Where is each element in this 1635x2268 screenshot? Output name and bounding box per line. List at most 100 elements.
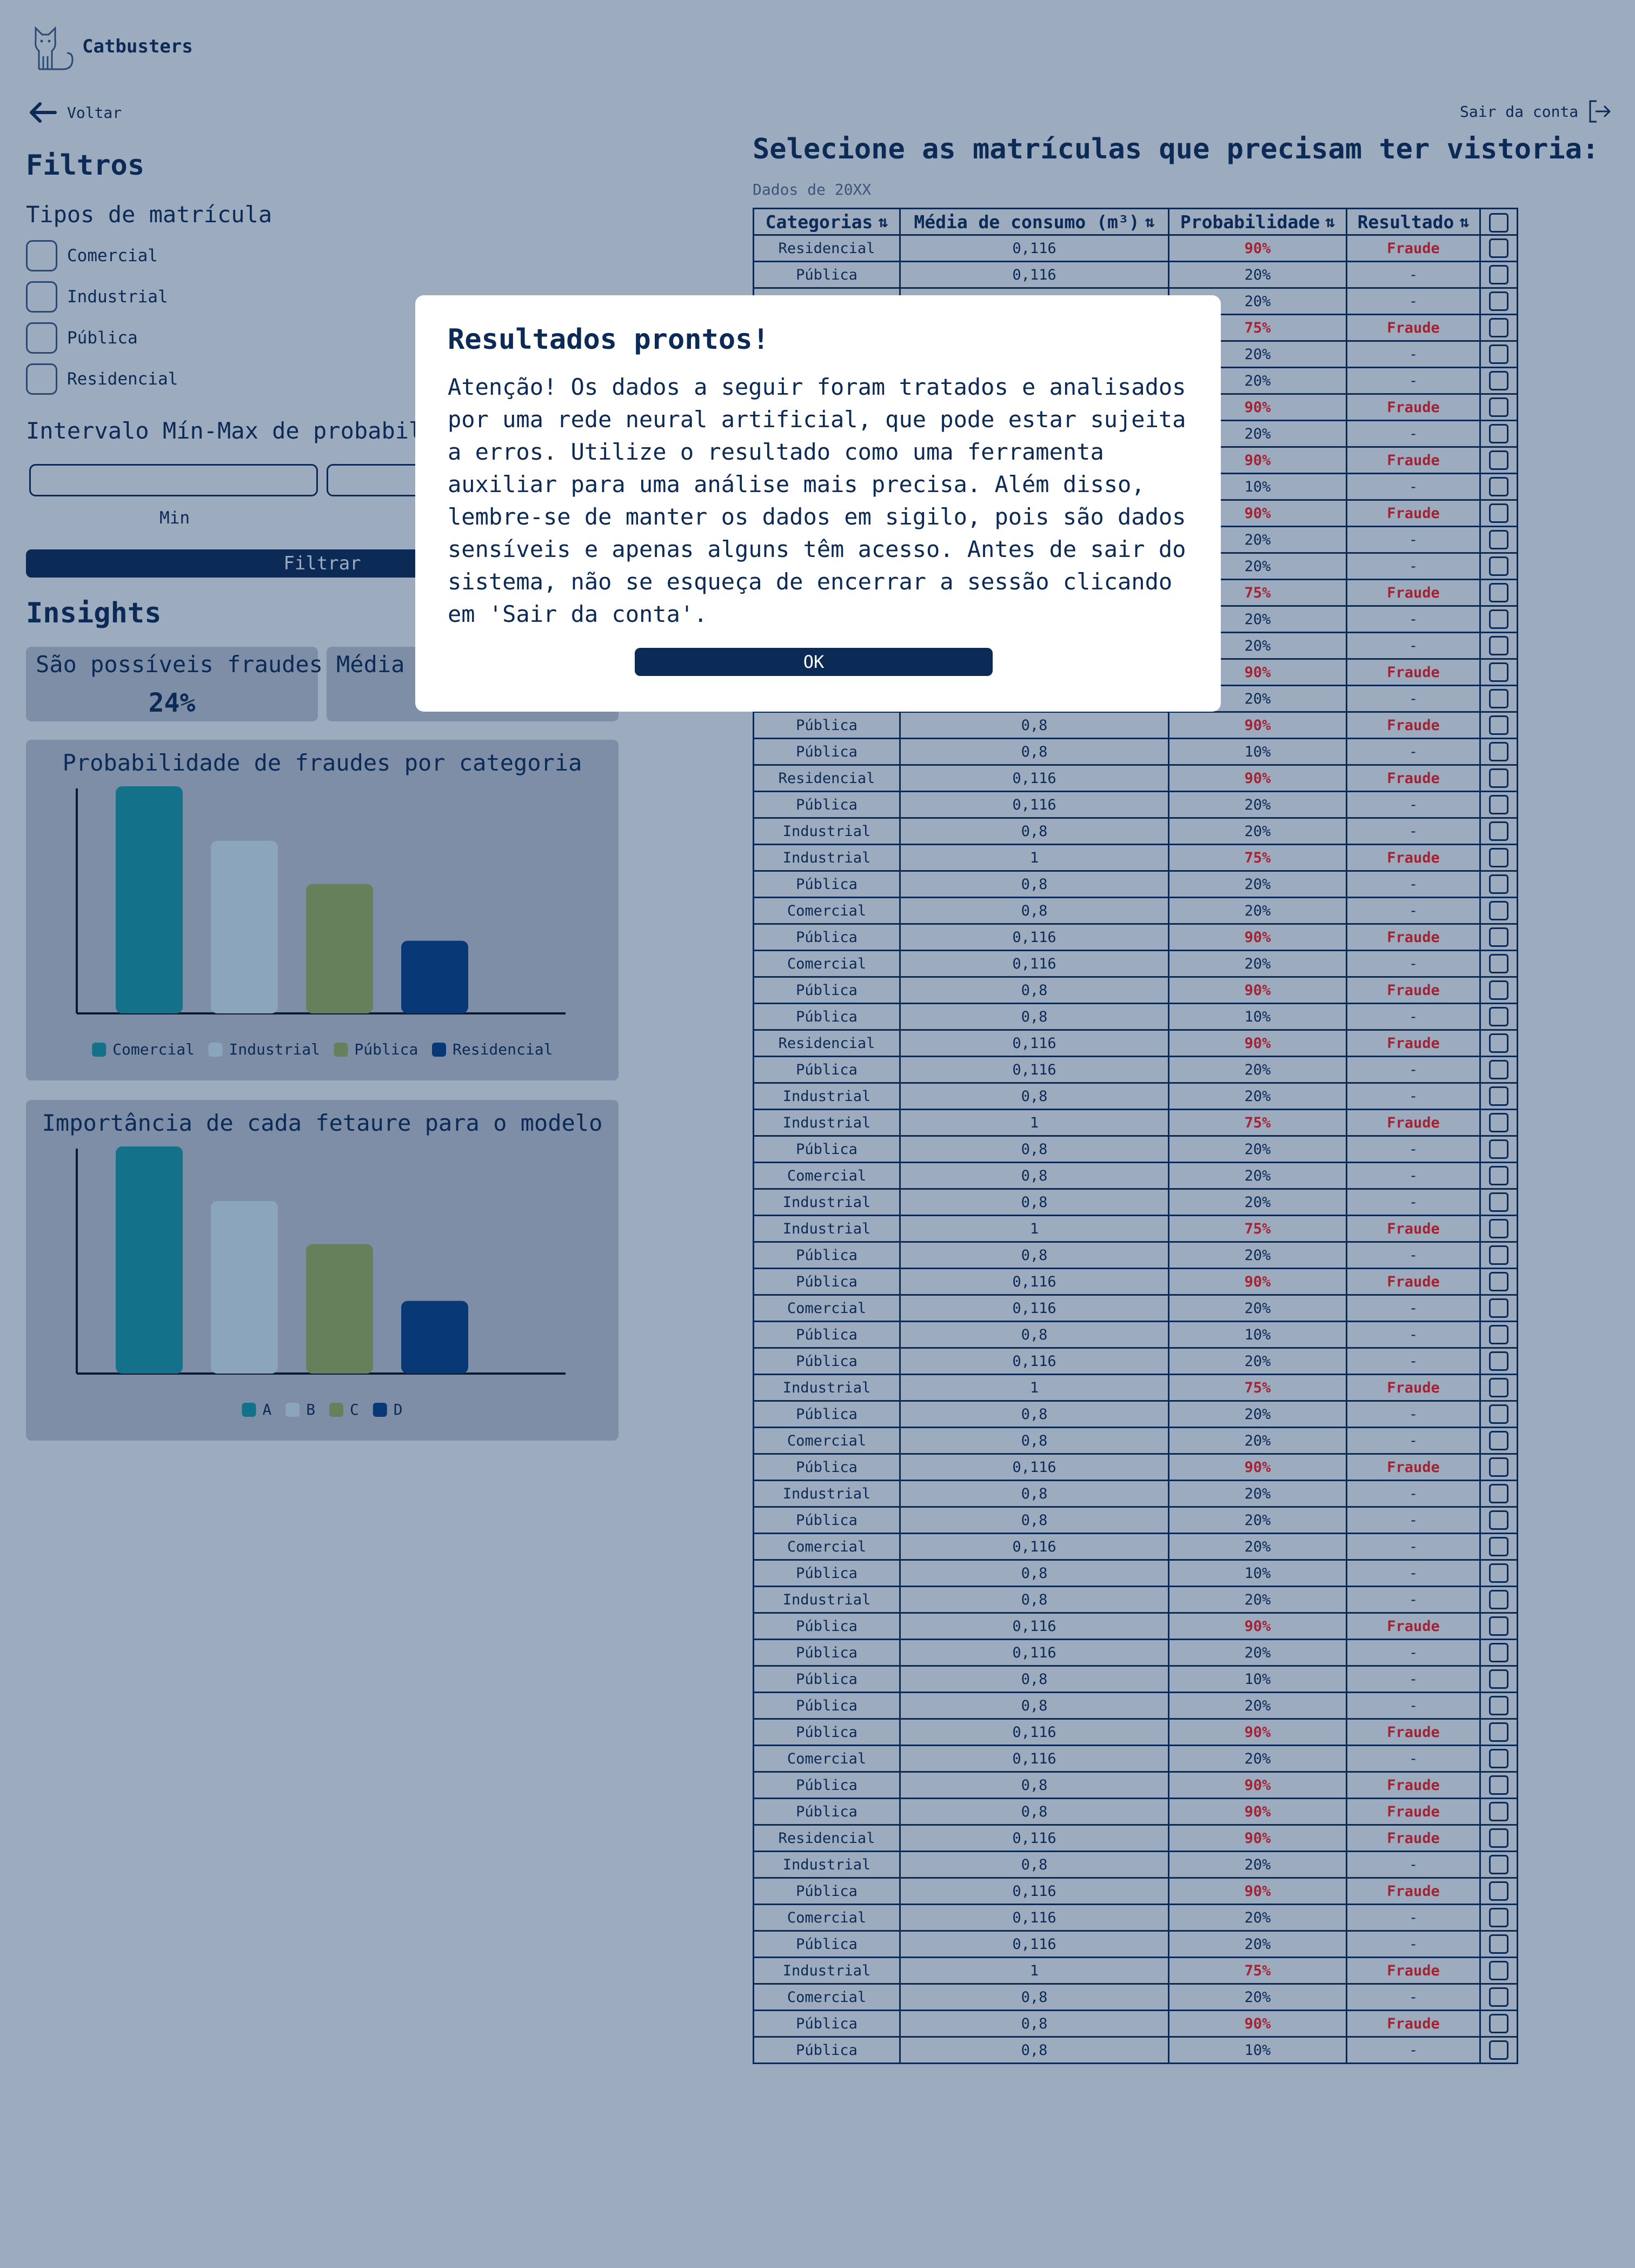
row-checkbox[interactable] [1489,583,1508,602]
row-checkbox[interactable] [1489,503,1508,523]
row-checkbox[interactable] [1489,1696,1508,1715]
row-select-cell[interactable] [1479,526,1518,554]
row-select-cell[interactable] [1479,738,1518,766]
row-select-cell[interactable] [1479,1056,1518,1084]
row-checkbox[interactable] [1489,1908,1508,1927]
row-select-cell[interactable] [1479,1877,1518,1905]
ok-button[interactable]: OK [635,648,993,676]
row-checkbox[interactable] [1489,1139,1508,1159]
row-checkbox[interactable] [1489,1616,1508,1636]
row-select-cell[interactable] [1479,314,1518,342]
row-checkbox[interactable] [1489,1060,1508,1079]
logout-button[interactable]: Sair da conta [1460,100,1612,123]
row-checkbox[interactable] [1489,901,1508,920]
row-select-cell[interactable] [1479,1930,1518,1958]
row-checkbox[interactable] [1489,848,1508,867]
row-checkbox[interactable] [1489,980,1508,1000]
row-select-cell[interactable] [1479,1559,1518,1587]
row-select-cell[interactable] [1479,579,1518,607]
row-checkbox[interactable] [1489,1007,1508,1026]
row-checkbox[interactable] [1489,1086,1508,1106]
row-checkbox[interactable] [1489,742,1508,761]
row-select-cell[interactable] [1479,605,1518,633]
row-select-cell[interactable] [1479,632,1518,660]
row-checkbox[interactable] [1489,1961,1508,1980]
row-checkbox[interactable] [1489,1855,1508,1874]
row-checkbox[interactable] [1489,530,1508,549]
row-select-cell[interactable] [1479,1135,1518,1163]
row-select-cell[interactable] [1479,340,1518,368]
row-select-cell[interactable] [1479,420,1518,448]
row-select-cell[interactable] [1479,1957,1518,1985]
row-select-cell[interactable] [1479,1612,1518,1640]
sort-icon[interactable]: ⇅ [1145,213,1155,231]
select-all-checkbox[interactable] [1489,213,1508,233]
row-select-cell[interactable] [1479,261,1518,289]
row-select-cell[interactable] [1479,1188,1518,1216]
row-checkbox[interactable] [1489,450,1508,470]
row-checkbox[interactable] [1489,2040,1508,2060]
row-select-cell[interactable] [1479,446,1518,474]
row-select-cell[interactable] [1479,976,1518,1004]
row-checkbox[interactable] [1489,1802,1508,1821]
row-checkbox[interactable] [1489,1590,1508,1609]
row-select-cell[interactable] [1479,950,1518,978]
row-checkbox[interactable] [1489,1272,1508,1291]
row-checkbox[interactable] [1489,609,1508,629]
row-checkbox[interactable] [1489,1245,1508,1265]
type-checkbox-publica[interactable]: Pública [26,322,138,354]
row-checkbox[interactable] [1489,1033,1508,1053]
row-select-cell[interactable] [1479,367,1518,395]
row-checkbox[interactable] [1489,1669,1508,1689]
row-checkbox[interactable] [1489,397,1508,417]
row-select-cell[interactable] [1479,2036,1518,2064]
row-select-cell[interactable] [1479,1639,1518,1667]
back-button[interactable]: Voltar [28,102,122,123]
checkbox[interactable] [26,363,57,395]
sort-icon[interactable]: ⇅ [1325,213,1335,231]
row-checkbox[interactable] [1489,636,1508,655]
row-select-cell[interactable] [1479,1268,1518,1296]
row-checkbox[interactable] [1489,795,1508,814]
row-checkbox[interactable] [1489,371,1508,390]
row-select-cell[interactable] [1479,1321,1518,1349]
row-select-cell[interactable] [1479,764,1518,792]
row-select-cell[interactable] [1479,1506,1518,1534]
row-checkbox[interactable] [1489,1219,1508,1238]
row-checkbox[interactable] [1489,238,1508,258]
row-select-cell[interactable] [1479,552,1518,580]
row-checkbox[interactable] [1489,1351,1508,1371]
row-checkbox[interactable] [1489,318,1508,337]
row-select-cell[interactable] [1479,473,1518,501]
row-checkbox[interactable] [1489,556,1508,576]
row-select-cell[interactable] [1479,817,1518,845]
header-media-consumo[interactable]: Média de consumo (m³) ⇅ [899,208,1169,236]
row-checkbox[interactable] [1489,1298,1508,1318]
row-select-cell[interactable] [1479,1798,1518,1826]
row-checkbox[interactable] [1489,1166,1508,1185]
row-checkbox[interactable] [1489,477,1508,496]
checkbox[interactable] [26,322,57,354]
type-checkbox-residencial[interactable]: Residencial [26,363,178,395]
row-checkbox[interactable] [1489,424,1508,443]
row-checkbox[interactable] [1489,1378,1508,1397]
row-select-cell[interactable] [1479,1400,1518,1428]
row-select-cell[interactable] [1479,1427,1518,1455]
sort-icon[interactable]: ⇅ [878,213,888,231]
sort-icon[interactable]: ⇅ [1459,213,1469,231]
row-select-cell[interactable] [1479,1745,1518,1773]
min-input[interactable] [29,464,318,496]
row-select-cell[interactable] [1479,658,1518,686]
checkbox[interactable] [26,281,57,313]
row-checkbox[interactable] [1489,715,1508,735]
row-select-cell[interactable] [1479,1109,1518,1137]
row-select-cell[interactable] [1479,1586,1518,1614]
row-checkbox[interactable] [1489,1325,1508,1344]
row-checkbox[interactable] [1489,1404,1508,1424]
row-select-cell[interactable] [1479,1771,1518,1799]
row-select-cell[interactable] [1479,1347,1518,1375]
row-checkbox[interactable] [1489,1749,1508,1768]
row-select-cell[interactable] [1479,1851,1518,1879]
select-all-cell[interactable] [1479,208,1518,236]
row-select-cell[interactable] [1479,897,1518,925]
